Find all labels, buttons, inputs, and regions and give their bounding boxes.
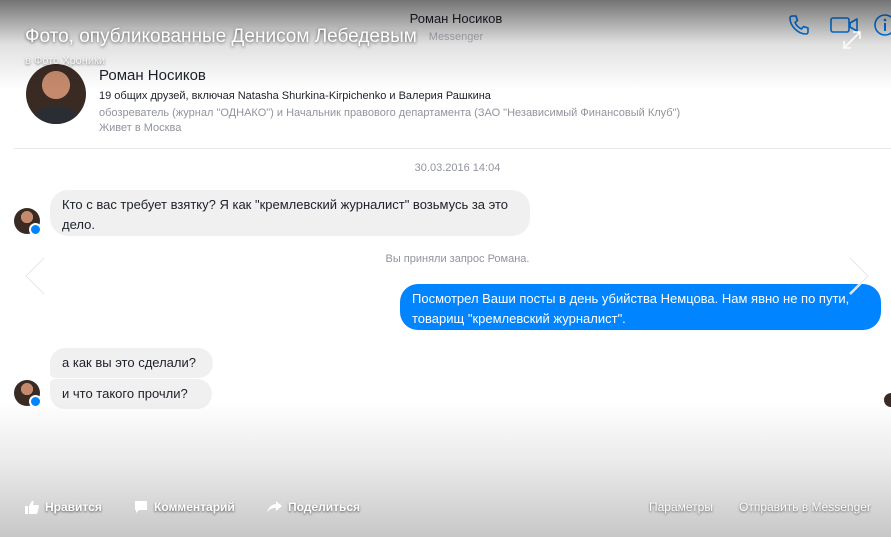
message-incoming: и что такого прочли? xyxy=(50,379,212,409)
photo-album-title[interactable]: Фото, опубликованные Денисом Лебедевым xyxy=(25,26,417,48)
messenger-badge-icon xyxy=(29,395,42,408)
conversation-timestamp: 30.03.2016 14:04 xyxy=(414,162,501,174)
photo-viewer: Роман Носиков Messenger Роман Носиков 19… xyxy=(0,0,891,537)
share-label: Поделиться xyxy=(288,500,361,514)
send-in-messenger-link[interactable]: Отправить в Messenger xyxy=(739,500,871,514)
system-message: Вы приняли запрос Романа. xyxy=(385,253,530,265)
profile-mutual-friends: 19 общих друзей, включая Natasha Shurkin… xyxy=(99,90,491,102)
chevron-right-icon[interactable] xyxy=(846,256,872,301)
header-contact-name: Роман Носиков xyxy=(409,11,503,26)
like-button[interactable]: Нравится xyxy=(25,492,102,522)
profile-location: Живет в Москва xyxy=(99,122,182,134)
comment-button[interactable]: Комментарий xyxy=(134,492,235,522)
sender-avatar[interactable] xyxy=(14,380,42,408)
profile-name[interactable]: Роман Носиков xyxy=(99,67,206,84)
photo-action-bar: Нравится Комментарий Поделиться Параметр… xyxy=(0,492,891,522)
like-icon xyxy=(25,500,39,514)
info-icon[interactable] xyxy=(873,13,891,42)
comment-label: Комментарий xyxy=(154,500,235,514)
chevron-left-icon[interactable] xyxy=(22,256,48,301)
messenger-badge-icon xyxy=(29,223,42,236)
sender-avatar[interactable] xyxy=(14,208,42,236)
expand-icon[interactable] xyxy=(842,30,862,55)
message-incoming: Кто с вас требует взятку? Я как "кремлев… xyxy=(50,190,530,236)
comment-icon xyxy=(135,501,147,513)
message-outgoing: Посмотрел Ваши посты в день убийства Нем… xyxy=(400,284,881,330)
profile-job: обозреватель (журнал "ОДНАКО") и Начальн… xyxy=(99,107,681,119)
phone-icon[interactable] xyxy=(787,13,811,42)
share-button[interactable]: Поделиться xyxy=(267,492,360,522)
read-receipt-avatar xyxy=(884,393,891,407)
profile-avatar[interactable] xyxy=(26,64,86,124)
options-link[interactable]: Параметры xyxy=(649,500,713,514)
profile-divider xyxy=(14,148,891,149)
like-label: Нравится xyxy=(45,500,102,514)
photo-album-subtitle[interactable]: в Фото Хроники xyxy=(25,55,105,67)
share-icon xyxy=(267,501,282,513)
message-incoming: а как вы это сделали? xyxy=(50,348,213,378)
